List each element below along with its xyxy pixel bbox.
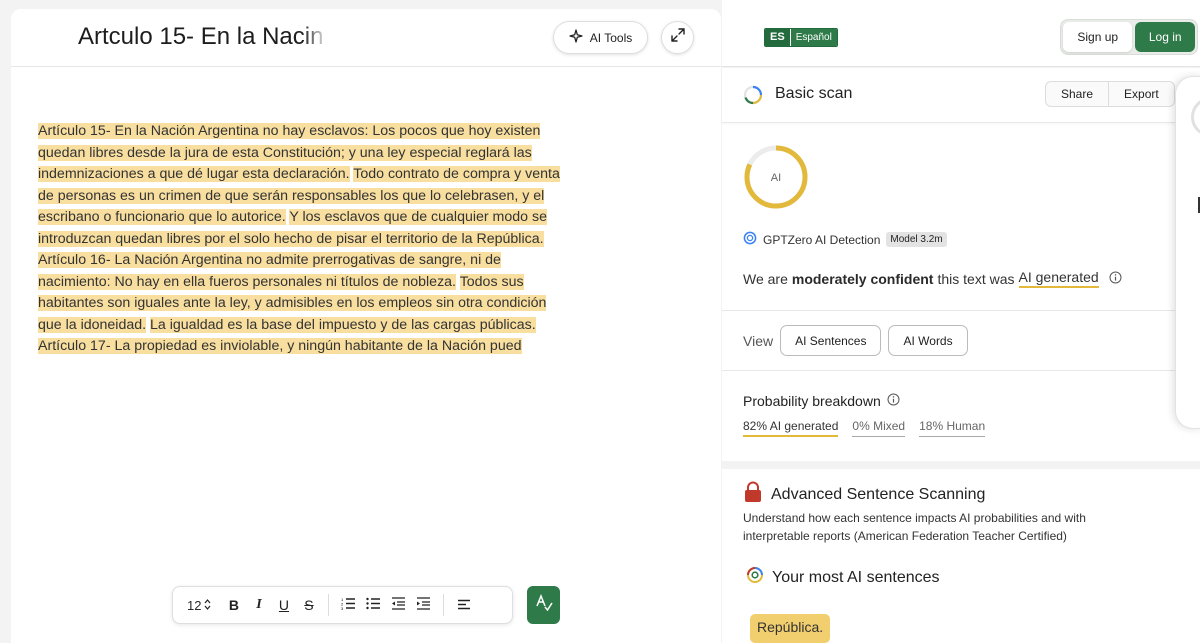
confidence-statement: We are moderately confident this text wa… xyxy=(743,269,1122,288)
share-button[interactable]: Share xyxy=(1046,82,1108,106)
divider xyxy=(443,594,445,616)
confidence-pre: We are xyxy=(743,270,788,287)
numbered-list-icon: 123 xyxy=(341,597,356,613)
language-selector[interactable]: ES Español xyxy=(764,28,838,47)
bold-icon: B xyxy=(228,597,240,613)
most-title-text: Your most AI sentences xyxy=(772,568,940,586)
svg-text:3: 3 xyxy=(341,606,344,610)
login-button[interactable]: Log in xyxy=(1135,22,1195,52)
gptzero-logo-icon xyxy=(743,231,757,248)
bullet-list-icon xyxy=(366,597,381,613)
prob-ai: 82% AI generated xyxy=(743,419,839,437)
updown-icon xyxy=(204,598,211,613)
editor-header: Artculo 15- En la Nacin Argentina AI Too… xyxy=(11,9,721,67)
editor-paragraph: Artículo 17- La propiedad es inviolable,… xyxy=(38,336,566,358)
ai-sentences-button[interactable]: AI Sentences xyxy=(780,325,882,356)
divider xyxy=(722,370,1200,371)
confidence-level: moderately confident xyxy=(791,270,934,287)
confidence-mid: this text was xyxy=(937,270,1015,287)
ai-words-button[interactable]: AI Words xyxy=(888,325,968,356)
ai-tools-label: AI Tools xyxy=(589,30,633,45)
editor-paragraph: Artículo 15- En la Nación Argentina no h… xyxy=(38,121,566,250)
scan-title: Basic scan xyxy=(775,85,853,102)
scan-header: Basic scan Share Export xyxy=(722,68,1200,123)
ai-sentence-chip[interactable]: República. xyxy=(750,614,831,643)
advanced-description: Understand how each sentence impacts AI … xyxy=(743,511,1086,543)
bold-button[interactable]: B xyxy=(221,593,246,618)
italic-button[interactable]: I xyxy=(246,593,271,618)
ai-score-ring: AI xyxy=(743,144,809,215)
italic-icon: I xyxy=(256,597,262,612)
export-button[interactable]: Export xyxy=(1108,82,1174,106)
lock-icon xyxy=(743,481,763,508)
info-icon[interactable] xyxy=(887,393,900,409)
indent-button[interactable] xyxy=(411,593,436,618)
signup-button[interactable]: Sign up xyxy=(1063,22,1133,52)
language-code: ES xyxy=(765,29,790,46)
expand-icon xyxy=(670,27,686,48)
section-divider xyxy=(722,461,1200,469)
advanced-scanning-title: Advanced Sentence Scanning xyxy=(743,481,985,508)
outdent-icon xyxy=(391,597,406,613)
divider xyxy=(722,310,1200,311)
ai-tools-button[interactable]: AI Tools xyxy=(553,21,648,54)
most-ai-sentences-title: Your most AI sentences xyxy=(746,566,940,589)
model-badge: Model 3.2m xyxy=(886,232,947,247)
info-icon[interactable] xyxy=(1109,271,1122,287)
detector-name: GPTZero AI Detection xyxy=(763,232,881,247)
underline-button[interactable]: U xyxy=(271,593,296,618)
multicolor-ring-icon xyxy=(746,566,764,589)
side-ring-icon xyxy=(1191,97,1200,137)
prob-human: 18% Human xyxy=(919,419,986,437)
spellcheck-icon xyxy=(534,593,554,618)
language-name: Español xyxy=(789,29,837,46)
probability-breakdown: 82% AI generated 0% Mixed 18% Human xyxy=(743,419,986,437)
bullet-list-button[interactable] xyxy=(361,593,386,618)
align-left-icon xyxy=(457,597,471,613)
detector-row: GPTZero AI Detection Model 3.2m xyxy=(743,231,947,248)
top-bar: ES Español Sign up Log in xyxy=(722,0,1200,67)
scan-panel: Basic scan Share Export AI GPTZero AI De… xyxy=(722,68,1200,643)
strikethrough-icon: S xyxy=(304,597,314,613)
advanced-title-text: Advanced Sentence Scanning xyxy=(771,485,986,503)
ai-generated-label: AI generated xyxy=(1018,269,1099,288)
view-label: View xyxy=(743,332,774,349)
spellcheck-button[interactable] xyxy=(527,586,560,624)
probability-title: Probability breakdown xyxy=(743,393,900,409)
probability-title-text: Probability breakdown xyxy=(743,393,881,409)
format-toolbar: 12 B I U S 123 xyxy=(172,586,513,624)
ai-highlighted-sentence: Artículo 17- La propiedad es inviolable,… xyxy=(38,338,522,354)
loading-spinner-icon xyxy=(743,85,763,110)
divider xyxy=(328,594,330,616)
expand-button[interactable] xyxy=(661,21,694,54)
auth-group: Sign up Log in xyxy=(1060,19,1198,55)
ring-label: AI xyxy=(771,172,781,184)
ai-highlighted-sentence: Artículo 16- La Nación Argentina no admi… xyxy=(38,252,501,290)
outdent-button[interactable] xyxy=(386,593,411,618)
side-card[interactable] xyxy=(1175,76,1200,429)
underline-icon: U xyxy=(278,597,290,613)
numbered-list-button[interactable]: 123 xyxy=(336,593,361,618)
view-toggle: View AI Sentences AI Words xyxy=(743,325,968,356)
font-size-select[interactable]: 12 xyxy=(187,598,211,613)
indent-icon xyxy=(416,597,431,613)
ai-highlighted-sentence: La igualdad es la base del impuesto y de… xyxy=(150,316,536,333)
editor-paragraph: Artículo 16- La Nación Argentina no admi… xyxy=(38,250,566,336)
app: Artculo 15- En la Nacin Argentina AI Too… xyxy=(0,0,1200,643)
share-export-group: Share Export xyxy=(1045,81,1175,107)
editor-panel: Artculo 15- En la Nacin Argentina AI Too… xyxy=(11,9,721,643)
prob-mixed: 0% Mixed xyxy=(852,419,906,437)
font-size-value: 12 xyxy=(187,597,202,613)
strikethrough-button[interactable]: S xyxy=(296,593,321,618)
editor-text[interactable]: Artículo 15- En la Nación Argentina no h… xyxy=(38,121,566,358)
sparkle-icon xyxy=(569,29,583,46)
align-button[interactable] xyxy=(451,593,476,618)
document-title[interactable]: Artculo 15- En la Nacin Argentina xyxy=(78,23,328,51)
